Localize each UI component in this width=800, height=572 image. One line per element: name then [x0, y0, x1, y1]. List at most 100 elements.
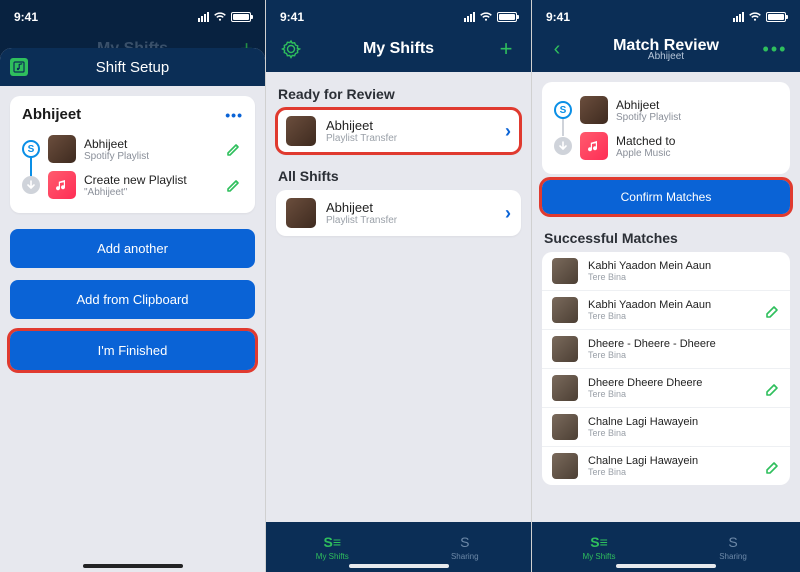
source-subtitle: Spotify Playlist — [616, 112, 778, 123]
screen-shift-setup: My Shifts + 9:41 Shift Setup — [0, 0, 266, 572]
add-another-button[interactable]: Add another — [10, 229, 255, 268]
home-indicator[interactable] — [616, 564, 716, 568]
shifts-tab-icon: S≡ — [323, 534, 341, 550]
status-time: 9:41 — [14, 10, 38, 24]
battery-icon — [766, 12, 786, 22]
screen-my-shifts: 9:41 My Shifts + Ready for Review — [266, 0, 532, 572]
modal-header: Shift Setup — [0, 48, 265, 86]
battery-icon — [497, 12, 517, 22]
playlist-thumbnail — [580, 96, 608, 124]
song-row[interactable]: Chalne Lagi HawayeinTere Bina — [542, 447, 790, 485]
playlist-thumbnail — [286, 116, 316, 146]
song-thumbnail — [552, 336, 578, 362]
sharing-tab-icon: S — [460, 534, 469, 550]
song-artist: Tere Bina — [588, 272, 754, 282]
shift-card: Abhijeet ••• S Abhijeet Spotify Playlist — [10, 96, 255, 213]
source-title: Abhijeet — [84, 137, 217, 151]
song-thumbnail — [552, 453, 578, 479]
song-row[interactable]: Kabhi Yaadon Mein AaunTere Bina — [542, 252, 790, 291]
home-indicator[interactable] — [83, 564, 183, 568]
song-title: Chalne Lagi Hawayein — [588, 416, 754, 428]
source-title: Abhijeet — [616, 98, 778, 112]
chevron-right-icon: › — [505, 203, 511, 224]
screen-match-review: 9:41 ‹ Match Review Abhijeet ••• — [532, 0, 800, 572]
song-row[interactable]: Chalne Lagi HawayeinTere Bina — [542, 408, 790, 447]
song-title: Kabhi Yaadon Mein Aaun — [588, 260, 754, 272]
status-bar: 9:41 — [0, 0, 265, 34]
song-artist: Tere Bina — [588, 428, 754, 438]
item-title: Abhijeet — [326, 200, 495, 215]
ready-review-item[interactable]: Abhijeet Playlist Transfer › — [276, 108, 521, 154]
destination-row[interactable]: Create new Playlist "Abhijeet" — [22, 167, 243, 203]
confirm-matches-button[interactable]: Confirm Matches — [542, 180, 790, 214]
match-edit-icon[interactable] — [764, 458, 780, 474]
all-shifts-item[interactable]: Abhijeet Playlist Transfer › — [276, 190, 521, 236]
download-badge-icon — [22, 176, 40, 194]
source-row[interactable]: S Abhijeet Spotify Playlist — [22, 131, 243, 167]
song-artist: Tere Bina — [588, 311, 754, 321]
song-artist: Tere Bina — [588, 389, 754, 399]
add-shift-button[interactable]: + — [493, 36, 519, 62]
status-bar: 9:41 — [532, 0, 800, 34]
edit-icon[interactable] — [225, 176, 243, 194]
song-title: Dheere - Dheere - Dheere — [588, 338, 754, 350]
page-title: My Shifts — [363, 40, 434, 58]
wifi-icon — [748, 12, 762, 22]
signal-icon — [464, 12, 475, 22]
tab-label: Sharing — [451, 552, 479, 561]
section-all-label: All Shifts — [266, 160, 531, 190]
song-artist: Tere Bina — [588, 467, 754, 477]
status-indicators — [733, 12, 786, 22]
nav-header: 9:41 ‹ Match Review Abhijeet ••• — [532, 0, 800, 72]
add-from-clipboard-button[interactable]: Add from Clipboard — [10, 280, 255, 319]
song-row[interactable]: Dheere - Dheere - DheereTere Bina — [542, 330, 790, 369]
song-title: Dheere Dheere Dheere — [588, 377, 754, 389]
match-edit-icon[interactable] — [764, 302, 780, 318]
im-finished-button[interactable]: I'm Finished — [10, 331, 255, 370]
spotify-badge-icon: S — [22, 140, 40, 158]
match-edit-icon — [764, 263, 780, 279]
song-list: Kabhi Yaadon Mein AaunTere BinaKabhi Yaa… — [542, 252, 790, 485]
more-icon[interactable]: ••• — [225, 107, 243, 123]
song-row[interactable]: Kabhi Yaadon Mein AaunTere Bina — [542, 291, 790, 330]
battery-icon — [231, 12, 251, 22]
song-title: Chalne Lagi Hawayein — [588, 455, 754, 467]
song-row[interactable]: Dheere Dheere DheereTere Bina — [542, 369, 790, 408]
back-button[interactable]: ‹ — [544, 36, 570, 62]
match-edit-icon[interactable] — [764, 380, 780, 396]
signal-icon — [733, 12, 744, 22]
more-menu-icon[interactable]: ••• — [762, 36, 788, 62]
edit-icon[interactable] — [225, 140, 243, 158]
item-subtitle: Playlist Transfer — [326, 215, 495, 226]
match-edit-icon — [764, 341, 780, 357]
playlist-icon — [10, 58, 28, 76]
page-subtitle: Abhijeet — [648, 51, 684, 62]
song-thumbnail — [552, 258, 578, 284]
section-successful-label: Successful Matches — [532, 222, 800, 252]
dest-title: Matched to — [616, 134, 778, 148]
download-badge-icon — [554, 137, 572, 155]
wifi-icon — [479, 12, 493, 22]
apple-music-icon — [580, 132, 608, 160]
section-ready-label: Ready for Review — [266, 78, 531, 108]
wifi-icon — [213, 12, 227, 22]
home-indicator[interactable] — [349, 564, 449, 568]
source-row: S Abhijeet Spotify Playlist — [554, 92, 778, 128]
modal-title: Shift Setup — [96, 59, 169, 76]
dest-subtitle: Apple Music — [616, 148, 778, 159]
shift-name: Abhijeet — [22, 106, 81, 123]
dest-title: Create new Playlist — [84, 173, 217, 187]
status-time: 9:41 — [280, 10, 304, 24]
spotify-badge-icon: S — [554, 101, 572, 119]
song-title: Kabhi Yaadon Mein Aaun — [588, 299, 754, 311]
source-subtitle: Spotify Playlist — [84, 151, 217, 162]
shift-setup-modal: Shift Setup Abhijeet ••• S Abhijeet Spot… — [0, 48, 265, 572]
nav-header: 9:41 My Shifts + — [266, 0, 531, 72]
playlist-thumbnail — [48, 135, 76, 163]
settings-icon[interactable] — [278, 36, 304, 62]
status-indicators — [464, 12, 517, 22]
match-path-card: S Abhijeet Spotify Playlist — [542, 82, 790, 174]
item-title: Abhijeet — [326, 118, 495, 133]
item-subtitle: Playlist Transfer — [326, 133, 495, 144]
dest-subtitle: "Abhijeet" — [84, 187, 217, 198]
